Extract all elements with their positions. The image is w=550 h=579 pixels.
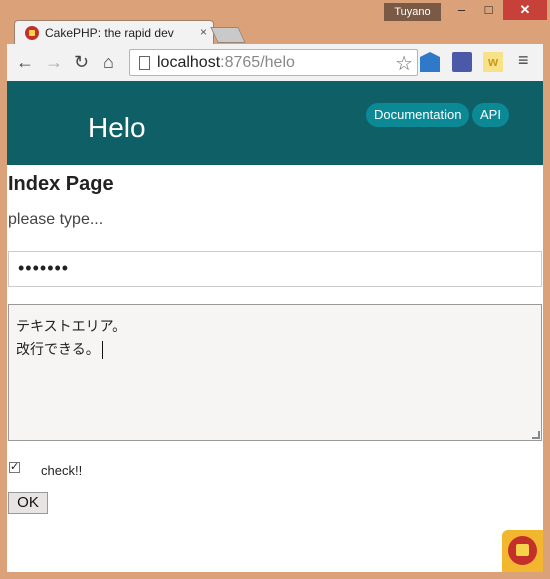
resize-grip-icon[interactable] xyxy=(532,431,540,439)
page-icon xyxy=(139,56,150,70)
url-host: localhost xyxy=(157,54,221,71)
maximize-button[interactable]: □ xyxy=(475,0,502,20)
profile-badge[interactable]: Tuyano xyxy=(384,3,441,21)
forward-arrow-icon[interactable]: → xyxy=(45,51,63,73)
text-caret xyxy=(101,341,103,360)
ok-button[interactable]: OK xyxy=(8,492,48,514)
address-bar[interactable]: localhost:8765/helo ☆ xyxy=(129,49,418,76)
header-title: Helo xyxy=(88,112,146,143)
textarea-line: テキストエリア。 xyxy=(16,318,127,334)
home-icon[interactable]: ⌂ xyxy=(103,51,114,73)
documentation-link[interactable]: Documentation xyxy=(366,103,470,127)
textarea-line: 改行できる。 xyxy=(16,341,100,357)
bookmark-star-icon[interactable]: ☆ xyxy=(395,51,413,76)
text-area[interactable]: テキストエリア。 改行できる。 xyxy=(8,304,542,441)
w-extension-icon[interactable]: w xyxy=(483,52,503,72)
intro-text: please type... xyxy=(8,211,104,228)
page-heading: Index Page xyxy=(8,173,114,195)
back-arrow-icon[interactable]: ← xyxy=(16,51,34,73)
close-window-button[interactable]: ✕ xyxy=(503,0,547,20)
page-viewport: Helo Documentation API Index Page please… xyxy=(7,81,543,572)
calendar-extension-icon[interactable] xyxy=(452,52,472,72)
tab-close-icon[interactable]: × xyxy=(200,25,207,39)
new-tab-button[interactable] xyxy=(210,27,246,43)
cakephp-logo-icon xyxy=(502,530,543,572)
cakephp-favicon-icon xyxy=(25,26,39,40)
browser-toolbar: ← → ↻ ⌂ localhost:8765/helo ☆ w ≡ xyxy=(7,44,543,81)
browser-menu-icon[interactable]: ≡ xyxy=(518,50,529,71)
mail-extension-icon[interactable] xyxy=(420,52,440,72)
checkbox-label: check!! xyxy=(41,463,83,478)
tab-cakephp[interactable]: CakePHP: the rapid dev × xyxy=(14,20,214,45)
reload-icon[interactable]: ↻ xyxy=(74,51,89,73)
url-path: :8765/helo xyxy=(220,54,295,71)
password-input[interactable]: ••••••• xyxy=(8,251,542,287)
check-checkbox[interactable]: ✓ xyxy=(9,462,20,473)
minimize-button[interactable]: ‒ xyxy=(448,0,475,20)
site-header: Helo Documentation API xyxy=(7,81,543,165)
api-link[interactable]: API xyxy=(472,103,509,127)
address-url: localhost:8765/helo xyxy=(157,54,295,72)
tab-title: CakePHP: the rapid dev xyxy=(45,26,174,40)
